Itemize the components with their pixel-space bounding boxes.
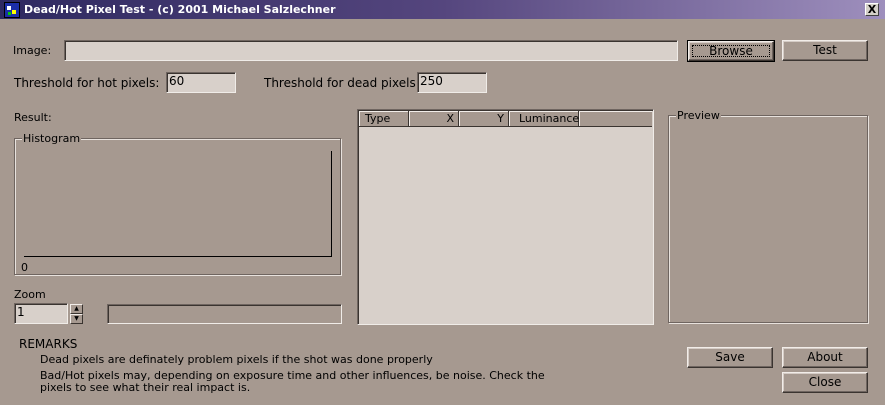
close-icon: X bbox=[867, 3, 877, 16]
title-bar[interactable]: Dead/Hot Pixel Test - (c) 2001 Michael S… bbox=[0, 0, 885, 19]
zoom-label: Zoom bbox=[14, 288, 46, 301]
histogram-label: Histogram bbox=[22, 132, 82, 145]
window-title: Dead/Hot Pixel Test - (c) 2001 Michael S… bbox=[24, 3, 336, 16]
histogram-zero-label: 0 bbox=[21, 261, 28, 274]
close-button[interactable]: Close bbox=[782, 372, 868, 393]
column-header-y[interactable]: Y bbox=[459, 111, 509, 127]
window-close-button[interactable]: X bbox=[865, 3, 879, 16]
remarks-heading: REMARKS bbox=[19, 337, 78, 351]
zoom-progress-bar bbox=[107, 304, 342, 324]
remarks-line-1: Dead pixels are definately problem pixel… bbox=[40, 353, 433, 366]
column-header-luminance[interactable]: Luminance bbox=[509, 111, 579, 127]
histogram-plot bbox=[24, 151, 332, 257]
result-label: Result: bbox=[14, 111, 52, 124]
zoom-up-button[interactable]: ▲ bbox=[70, 304, 83, 314]
image-label: Image: bbox=[13, 44, 52, 57]
browse-button[interactable]: Browse bbox=[687, 40, 775, 62]
column-header-x[interactable]: X bbox=[409, 111, 459, 127]
about-button[interactable]: About bbox=[782, 347, 868, 368]
remarks-line-2b: pixels to see what their real impact is. bbox=[40, 381, 251, 394]
chevron-up-icon: ▲ bbox=[74, 305, 79, 312]
zoom-down-button[interactable]: ▼ bbox=[70, 314, 83, 324]
preview-label: Preview bbox=[676, 109, 721, 122]
app-icon bbox=[4, 2, 20, 18]
dead-threshold-input[interactable]: 250 bbox=[417, 72, 487, 93]
hot-threshold-label: Threshold for hot pixels: bbox=[14, 76, 160, 90]
column-header-type[interactable]: Type bbox=[359, 111, 409, 127]
results-list[interactable]: Type X Y Luminance bbox=[357, 109, 654, 325]
chevron-down-icon: ▼ bbox=[74, 315, 79, 322]
preview-group bbox=[668, 115, 868, 323]
zoom-input[interactable]: 1 bbox=[14, 303, 68, 324]
hot-threshold-input[interactable]: 60 bbox=[166, 72, 236, 93]
image-path-input[interactable] bbox=[64, 40, 678, 61]
save-button[interactable]: Save bbox=[687, 347, 773, 368]
column-header-filler bbox=[579, 111, 652, 127]
dead-threshold-label: Threshold for dead pixels: bbox=[264, 76, 420, 90]
test-button[interactable]: Test bbox=[782, 40, 868, 61]
